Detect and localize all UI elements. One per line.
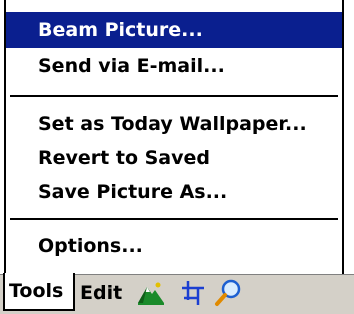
tools-menu-button[interactable]: Tools [3,273,75,311]
menu-item-revert-to-saved[interactable]: Revert to Saved [6,140,342,176]
menu-item-save-picture-as[interactable]: Save Picture As... [6,174,342,210]
menu-item-set-as-today-wallpaper[interactable]: Set as Today Wallpaper... [6,106,342,142]
menu-item-send-via-email[interactable]: Send via E-mail... [6,48,342,84]
menu-item-beam-picture[interactable]: Beam Picture... [6,12,342,48]
edit-menu-button[interactable]: Edit [80,276,122,310]
crop-icon[interactable] [178,278,208,308]
menu-item-options[interactable]: Options... [6,228,342,264]
screen: Beam Picture... Send via E-mail... Set a… [0,0,354,314]
mountain-picture-icon[interactable] [136,278,166,308]
zoom-icon [215,279,241,306]
menu-separator [10,218,338,220]
tools-menu: Beam Picture... Send via E-mail... Set a… [4,0,344,276]
crop-icon [182,281,204,305]
zoom-icon[interactable] [214,278,244,308]
mountain-picture-icon [138,282,164,305]
menu-separator [10,95,338,97]
